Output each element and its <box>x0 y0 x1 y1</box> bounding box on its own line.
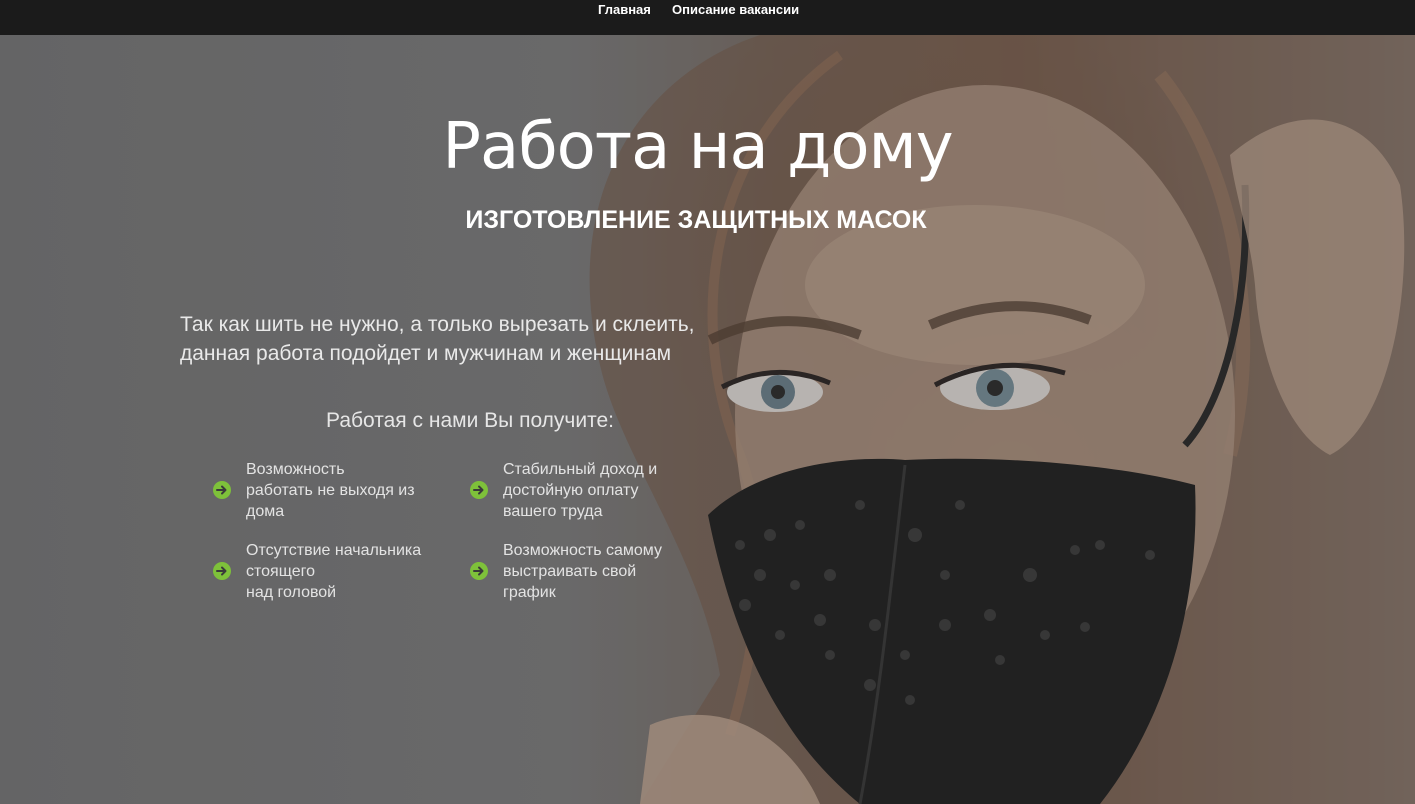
hero-lead-line: данная работа подойдет и мужчинам и женщ… <box>180 342 672 365</box>
benefit-text-line: над головой <box>246 584 337 601</box>
benefit-text-line: дома <box>246 503 285 520</box>
hero-content: Работа на дому ИЗГОТОВЛЕНИЕ ЗАЩИТНЫХ МАС… <box>0 35 1415 804</box>
benefit-text-line: выстраивать свой <box>503 563 637 580</box>
benefit-text-line: график <box>503 584 556 601</box>
benefit-text-line: вашего труда <box>503 503 603 520</box>
page-subtitle: ИЗГОТОВЛЕНИЕ ЗАЩИТНЫХ МАСОК <box>465 206 927 234</box>
benefit-text-line: достойную оплату <box>503 482 639 499</box>
benefit-text-line: стоящего <box>246 563 315 580</box>
hero-lead-line: Так как шить не нужно, а только вырезать… <box>180 313 695 336</box>
arrow-right-circle-icon <box>213 562 231 580</box>
arrow-right-circle-icon <box>470 481 488 499</box>
arrow-right-circle-icon <box>213 481 231 499</box>
main-nav: Главная Описание вакансии <box>0 2 1415 18</box>
hero-section: Работа на дому ИЗГОТОВЛЕНИЕ ЗАЩИТНЫХ МАС… <box>0 35 1415 804</box>
benefit-text-line: Возможность <box>246 461 345 478</box>
arrow-right-circle-icon <box>470 562 488 580</box>
benefit-text-line: Отсутствие начальника <box>246 542 422 559</box>
benefit-text: Возможность работать не выходя из дома <box>246 459 456 522</box>
nav-link-vacancy[interactable]: Описание вакансии <box>672 2 799 18</box>
hero-lead-text: Так как шить не нужно, а только вырезать… <box>180 310 820 368</box>
benefit-text-line: Стабильный доход и <box>503 461 658 478</box>
benefits-heading: Работая с нами Вы получите: <box>326 409 614 432</box>
benefit-text: Возможность самому выстраивать свой граф… <box>503 540 713 603</box>
page-title: Работа на дому <box>442 110 953 184</box>
benefit-text-line: работать не выходя из <box>246 482 415 499</box>
benefit-text: Стабильный доход и достойную оплату ваше… <box>503 459 713 522</box>
benefit-text-line: Возможность самому <box>503 542 662 559</box>
top-navbar: Главная Описание вакансии <box>0 0 1415 35</box>
nav-link-home[interactable]: Главная <box>598 2 651 18</box>
benefit-text: Отсутствие начальника стоящего над голов… <box>246 540 456 603</box>
